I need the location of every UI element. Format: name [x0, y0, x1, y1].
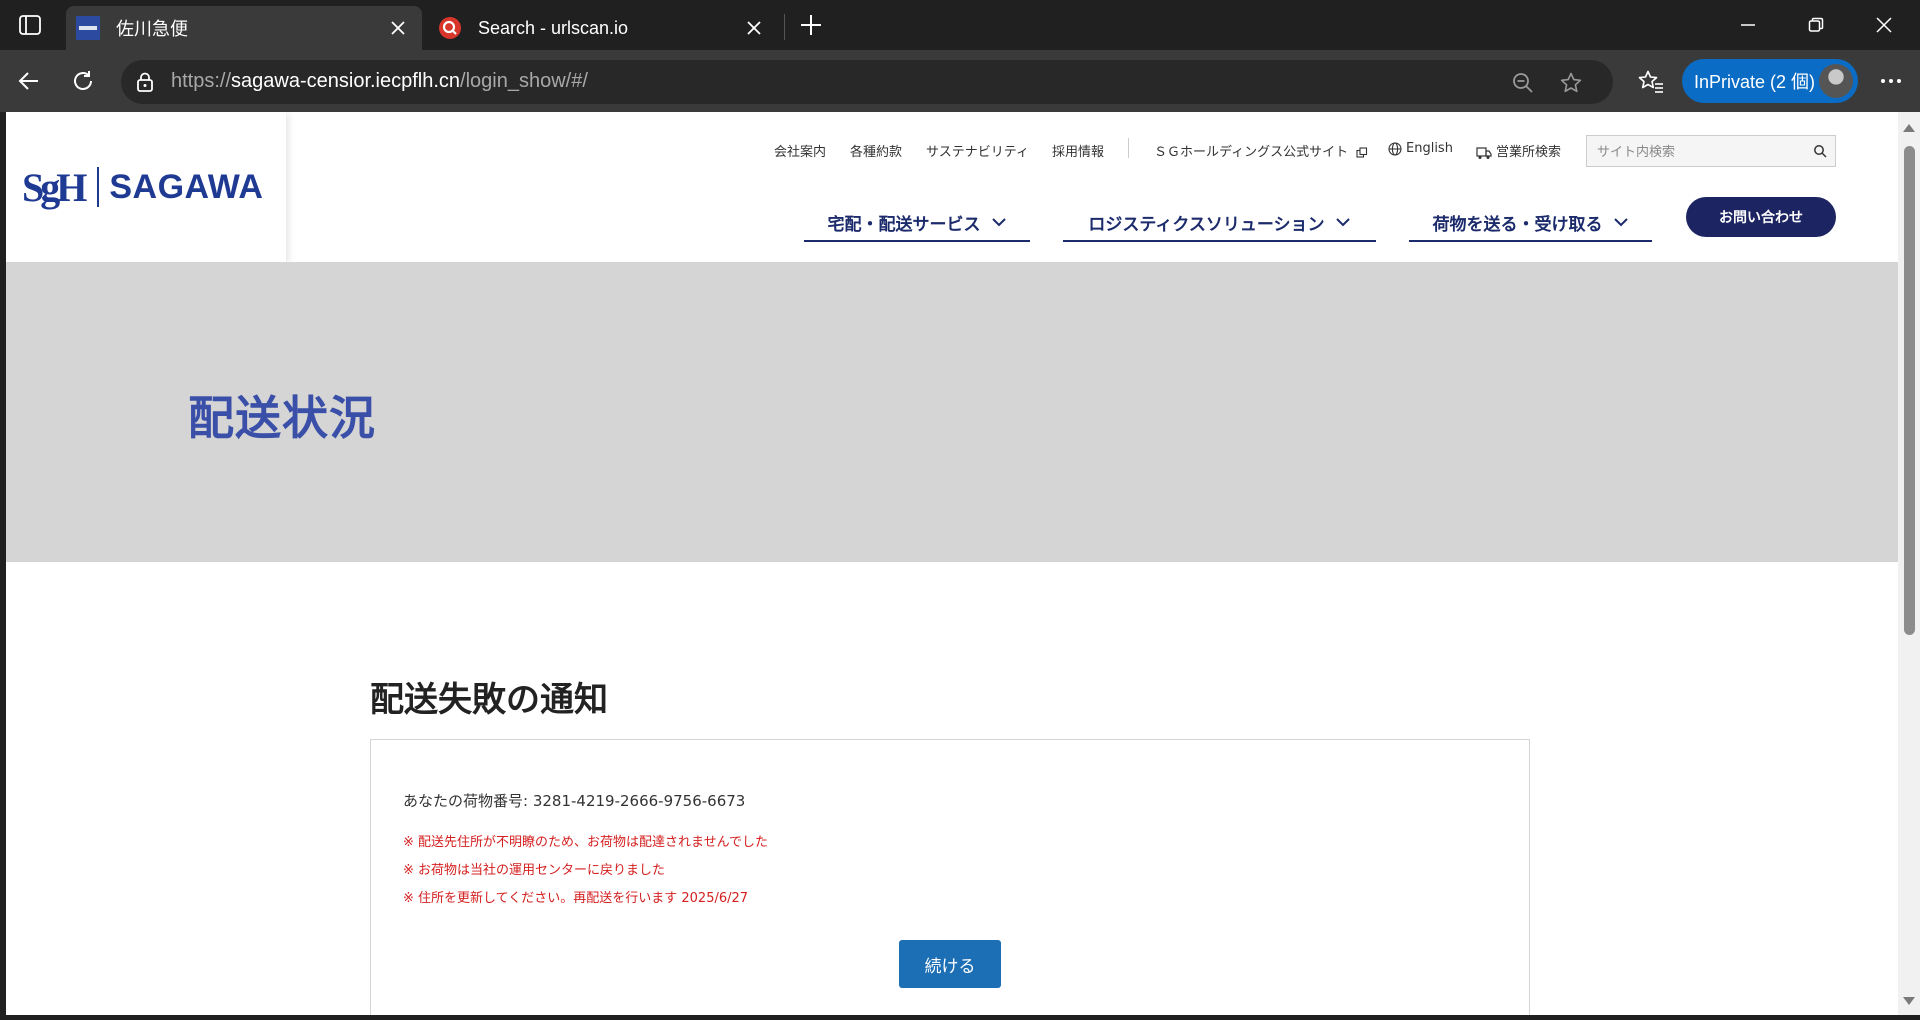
logo-mark: SgH [22, 164, 87, 210]
nav-delivery-services[interactable]: 宅配・配送サービス [804, 204, 1030, 242]
lock-icon[interactable] [133, 70, 157, 94]
inprivate-button[interactable]: InPrivate (2 個) [1682, 59, 1858, 103]
warning-text: ※ お荷物は当社の運用センターに戻りました [403, 863, 666, 878]
search-icon[interactable] [1813, 144, 1827, 158]
page-viewport: SgH SAGAWA 会社案内 各種約款 サステナビリティ 採用情報 ＳＧホール… [6, 112, 1920, 1015]
util-link-label: English [1406, 141, 1453, 156]
tab-urlscan[interactable]: Search - urlscan.io [428, 6, 778, 50]
close-window-icon[interactable] [1864, 10, 1904, 40]
util-link-english[interactable]: English [1388, 141, 1453, 156]
close-icon[interactable] [740, 14, 768, 42]
refresh-icon[interactable] [68, 66, 98, 96]
globe-icon [1388, 141, 1402, 156]
nav-logistics[interactable]: ロジスティクスソリューション [1063, 204, 1376, 242]
address-bar[interactable]: https://sagawa-censior.iecpflh.cn/login_… [121, 60, 1613, 104]
util-link-office-search[interactable]: 営業所検索 [1476, 141, 1561, 160]
nav-send-receive[interactable]: 荷物を送る・受け取る [1409, 204, 1652, 242]
scrollbar-thumb[interactable] [1904, 146, 1915, 635]
scroll-down-icon[interactable] [1903, 997, 1915, 1005]
restore-icon[interactable] [1796, 10, 1836, 40]
site-header: SgH SAGAWA 会社案内 各種約款 サステナビリティ 採用情報 ＳＧホール… [6, 112, 1898, 262]
continue-button[interactable]: 続ける [899, 940, 1001, 988]
scroll-up-icon[interactable] [1903, 124, 1915, 132]
util-link-recruit[interactable]: 採用情報 [1052, 141, 1104, 160]
warning-text: ※ 配送先住所が不明瞭のため、お荷物は配達されませんでした [403, 835, 768, 850]
close-icon[interactable] [384, 14, 412, 42]
tab-divider [784, 14, 785, 40]
url-text: https://sagawa-censior.iecpflh.cn/login_… [171, 70, 588, 92]
site-search [1586, 135, 1836, 167]
contact-button[interactable]: お問い合わせ [1686, 197, 1836, 237]
more-icon[interactable] [1876, 66, 1906, 96]
tab-title: 佐川急便 [116, 19, 188, 39]
util-link-sg-holdings[interactable]: ＳＧホールディングス公式サイト [1154, 141, 1372, 160]
nav-label: 荷物を送る・受け取る [1432, 214, 1603, 235]
inprivate-label: InPrivate (2 個) [1694, 72, 1816, 92]
hero-banner: 配送状況 [6, 262, 1898, 562]
nav-label: 宅配・配送サービス [827, 214, 981, 235]
tracking-number-line: あなたの荷物番号: 3281-4219-2666-9756-6673 [403, 790, 745, 811]
search-input[interactable] [1597, 143, 1797, 161]
urlscan-favicon [438, 16, 462, 40]
tab-actions-icon[interactable] [16, 12, 44, 38]
util-link-terms[interactable]: 各種約款 [850, 141, 902, 160]
util-link-label: 営業所検索 [1496, 145, 1562, 160]
back-icon[interactable] [14, 66, 44, 96]
util-link-company[interactable]: 会社案内 [774, 141, 826, 160]
zoom-out-icon[interactable] [1509, 69, 1537, 97]
tracking-label: あなたの荷物番号: [403, 792, 533, 810]
notice-panel: あなたの荷物番号: 3281-4219-2666-9756-6673 ※ 配送先… [370, 739, 1530, 1015]
chevron-down-icon [1613, 218, 1628, 227]
truck-icon [1476, 146, 1492, 159]
util-link-label: ＳＧホールディングス公式サイト [1154, 145, 1349, 160]
chevron-down-icon [991, 218, 1006, 227]
chevron-down-icon [1335, 218, 1350, 227]
util-divider [1128, 138, 1129, 158]
sagawa-favicon [76, 16, 100, 40]
logo-name: SAGAWA [109, 167, 264, 206]
util-link-sustainability[interactable]: サステナビリティ [926, 141, 1029, 160]
star-icon[interactable] [1557, 69, 1585, 97]
avatar [1819, 64, 1853, 98]
tab-bar: 佐川急便 Search - urlscan.io [0, 0, 1920, 50]
tracking-number: 3281-4219-2666-9756-6673 [532, 792, 746, 810]
nav-label: ロジスティクスソリューション [1088, 214, 1325, 235]
external-link-icon [1356, 146, 1368, 158]
page-title: 配送状況 [188, 391, 376, 445]
warning-text: ※ 住所を更新してください。再配送を行います 2025/6/27 [403, 891, 749, 906]
browser-toolbar: https://sagawa-censior.iecpflh.cn/login_… [0, 50, 1920, 112]
logo-divider [97, 167, 100, 207]
plus-icon[interactable] [796, 10, 826, 40]
favorites-icon[interactable] [1636, 66, 1666, 96]
minimize-icon[interactable] [1728, 10, 1768, 40]
scrollbar[interactable] [1898, 112, 1920, 1015]
site-logo[interactable]: SgH SAGAWA [6, 112, 286, 262]
tab-title: Search - urlscan.io [478, 17, 629, 38]
tab-sagawa[interactable]: 佐川急便 [66, 6, 422, 50]
notice-heading: 配送失敗の通知 [370, 680, 608, 720]
